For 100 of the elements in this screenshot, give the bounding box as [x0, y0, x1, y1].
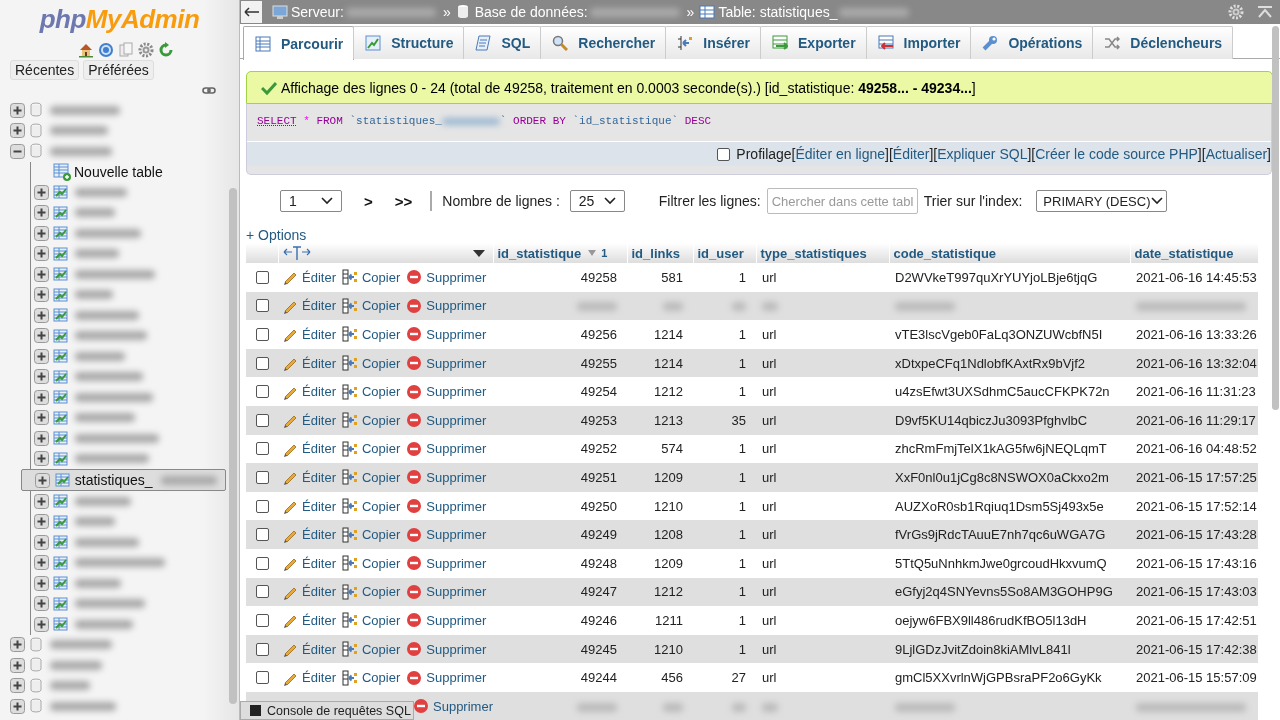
row-action-link[interactable]: Copier — [341, 326, 401, 343]
actions-dropdown-icon[interactable] — [472, 249, 485, 257]
expand-icon[interactable] — [34, 369, 49, 385]
help-icon[interactable] — [97, 42, 114, 58]
collapse-icon[interactable] — [10, 143, 25, 159]
row-action-link[interactable]: Supprimer — [406, 297, 487, 314]
next-page-button[interactable]: > — [364, 192, 373, 210]
tab[interactable]: Rechercher — [540, 26, 667, 59]
row-action-link[interactable]: Copier — [341, 526, 401, 543]
expand-icon[interactable] — [10, 637, 25, 653]
scrollbar[interactable] — [1272, 26, 1279, 410]
row-action-link[interactable]: Copier — [341, 355, 401, 372]
row-action-link[interactable]: Supprimer — [406, 641, 487, 657]
row-action-link[interactable]: Éditer — [282, 297, 336, 314]
row-action-link[interactable]: Copier — [341, 297, 401, 314]
expand-icon[interactable] — [10, 698, 25, 714]
row-action-link[interactable]: Éditer — [282, 612, 336, 629]
filter-input[interactable]: Chercher dans cette tabl — [766, 188, 918, 214]
row-checkbox[interactable] — [256, 556, 269, 570]
row-action-link[interactable]: Éditer — [282, 669, 336, 686]
row-action-link[interactable]: Supprimer — [406, 498, 487, 515]
column-header[interactable]: id_statistique — [497, 245, 582, 261]
expand-icon[interactable] — [34, 616, 49, 632]
expand-icon[interactable] — [34, 575, 49, 591]
breadcrumb-link[interactable]: Serveur: — [291, 4, 436, 20]
row-checkbox[interactable] — [256, 356, 269, 370]
back-button[interactable] — [241, 1, 262, 23]
reload-icon[interactable] — [157, 42, 174, 58]
row-action-link[interactable]: Éditer — [282, 469, 336, 486]
row-action-link[interactable]: Copier — [341, 641, 401, 657]
row-action-link[interactable]: Supprimer — [406, 583, 487, 600]
row-action-link[interactable]: Supprimer — [406, 383, 487, 400]
expand-icon[interactable] — [34, 389, 49, 405]
expand-icon[interactable] — [34, 451, 49, 467]
expand-icon[interactable] — [34, 555, 49, 571]
row-checkbox[interactable] — [256, 385, 269, 399]
expand-icon[interactable] — [34, 348, 49, 364]
expand-icon[interactable] — [34, 328, 49, 344]
row-action-link[interactable]: Éditer — [282, 326, 336, 343]
query-link[interactable]: Expliquer SQL — [937, 146, 1028, 162]
tab[interactable]: Structure — [353, 26, 465, 59]
row-action-link[interactable]: Supprimer — [406, 526, 487, 543]
row-action-link[interactable]: Supprimer — [406, 355, 487, 372]
expand-icon[interactable] — [34, 534, 49, 550]
row-action-link[interactable]: Supprimer — [406, 669, 487, 686]
new-table-link[interactable]: Nouvelle table — [74, 163, 163, 180]
row-action-link[interactable]: Supprimer — [406, 412, 487, 429]
query-link[interactable]: Créer le code source PHP — [1035, 146, 1198, 162]
row-action-link[interactable]: Éditer — [282, 269, 336, 286]
expand-icon[interactable] — [34, 266, 49, 282]
expand-icon[interactable] — [34, 205, 49, 221]
tab[interactable]: SQL — [463, 26, 542, 59]
row-action-link[interactable]: Supprimer — [406, 555, 487, 572]
scrollbar[interactable] — [229, 188, 237, 704]
row-action-link[interactable]: Éditer — [282, 641, 336, 657]
tab[interactable]: Insérer — [665, 26, 761, 59]
expand-icon[interactable] — [34, 493, 49, 509]
row-checkbox[interactable] — [256, 671, 269, 685]
row-action-link[interactable]: Copier — [341, 498, 401, 515]
row-action-link[interactable]: Supprimer — [406, 269, 487, 286]
row-action-link[interactable]: Copier — [341, 555, 401, 572]
tab[interactable]: Déclencheurs — [1092, 26, 1234, 59]
row-checkbox[interactable] — [256, 299, 269, 313]
row-action-link[interactable]: Copier — [341, 583, 401, 600]
expand-icon[interactable] — [10, 657, 25, 673]
row-checkbox[interactable] — [256, 613, 269, 627]
link-icon[interactable] — [202, 85, 216, 96]
sidebar-tab-button[interactable]: Préférées — [83, 60, 154, 80]
row-action-link[interactable]: Copier — [341, 383, 401, 400]
expand-icon[interactable] — [34, 410, 49, 426]
expand-icon[interactable] — [34, 596, 49, 612]
row-action-link[interactable]: Copier — [341, 469, 401, 486]
column-resize-icon[interactable] — [282, 245, 311, 261]
expand-icon[interactable] — [34, 287, 49, 303]
row-checkbox[interactable] — [256, 328, 269, 341]
breadcrumb-link[interactable]: Base de données: — [474, 4, 680, 20]
row-action-link[interactable]: Copier — [341, 269, 401, 286]
row-action-link[interactable]: Éditer — [282, 555, 336, 572]
expand-icon[interactable] — [34, 225, 49, 241]
expand-icon[interactable] — [10, 102, 25, 118]
settings-icon[interactable] — [137, 42, 154, 58]
options-link[interactable]: + Options — [246, 227, 307, 243]
row-checkbox[interactable] — [256, 499, 269, 513]
row-action-link[interactable]: Copier — [341, 669, 401, 686]
home-icon[interactable] — [77, 42, 94, 58]
row-checkbox[interactable] — [256, 442, 269, 456]
sidebar-tab-button[interactable]: Récentes — [10, 60, 80, 80]
row-action-link[interactable]: Supprimer — [413, 698, 493, 715]
tab[interactable]: Parcourir — [243, 26, 355, 60]
row-checkbox[interactable] — [256, 528, 269, 542]
row-checkbox[interactable] — [256, 270, 269, 284]
row-action-link[interactable]: Éditer — [282, 383, 336, 400]
row-checkbox[interactable] — [256, 642, 269, 656]
row-action-link[interactable]: Supprimer — [406, 612, 487, 629]
row-action-link[interactable]: Éditer — [282, 583, 336, 600]
sort-descending-icon[interactable] — [587, 249, 598, 257]
page-select[interactable]: 1 — [280, 190, 342, 212]
app-logo[interactable]: phpMyAdmin — [39, 4, 200, 35]
row-action-link[interactable]: Copier — [341, 412, 401, 429]
tab[interactable]: Importer — [865, 26, 972, 59]
